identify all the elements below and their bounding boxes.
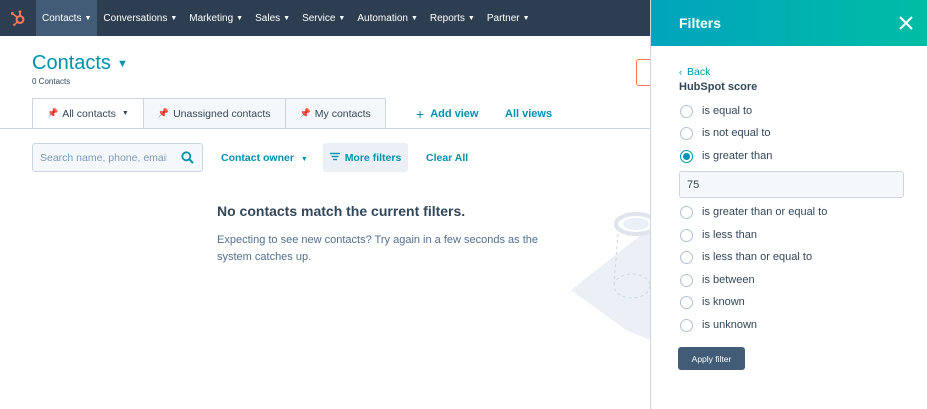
- tab-my-contacts[interactable]: 📌 My contacts: [284, 98, 386, 129]
- option-is-between[interactable]: is between: [680, 273, 755, 287]
- nav-label: Marketing: [189, 12, 234, 24]
- more-filters-button[interactable]: More filters: [323, 143, 408, 172]
- radio-button[interactable]: [680, 250, 693, 264]
- nav-item-contacts[interactable]: Contacts ▼: [36, 0, 98, 36]
- all-views-link[interactable]: All views: [505, 108, 552, 120]
- option-label: is unknown: [702, 319, 758, 331]
- nav-item-conversations[interactable]: Conversations ▼: [97, 0, 183, 36]
- add-view-label: Add view: [430, 108, 479, 120]
- radio-button-selected[interactable]: [680, 149, 693, 163]
- nav-label: Automation: [357, 12, 408, 24]
- radio-button[interactable]: [680, 273, 693, 287]
- caret-down-icon: ▼: [116, 57, 128, 70]
- option-label: is not equal to: [702, 127, 771, 139]
- view-tabs: 📌 All contacts ▼ 📌 Unassigned contacts 📌…: [32, 98, 386, 129]
- close-icon[interactable]: [899, 16, 913, 30]
- option-label: is between: [702, 274, 755, 286]
- divider: [0, 128, 650, 129]
- page-title[interactable]: Contacts ▼: [32, 52, 128, 75]
- radio-button[interactable]: [680, 318, 693, 332]
- option-label: is known: [702, 296, 745, 308]
- page-title-label: Contacts: [32, 52, 111, 74]
- tab-label: All contacts: [62, 107, 116, 120]
- radio-button[interactable]: [680, 104, 693, 118]
- tab-all-contacts[interactable]: 📌 All contacts ▼: [32, 98, 144, 129]
- more-filters-label: More filters: [344, 151, 402, 164]
- option-label: is less than or equal to: [702, 251, 813, 263]
- filter-value-input[interactable]: [679, 171, 904, 198]
- chevron-down-icon: ▼: [236, 14, 244, 22]
- option-label: is greater than or equal to: [702, 206, 828, 218]
- option-is-less-than[interactable]: is less than: [680, 228, 757, 242]
- option-is-greater-than[interactable]: is greater than: [680, 149, 772, 163]
- tab-label: My contacts: [314, 107, 371, 120]
- apply-filter-button[interactable]: Apply filter: [678, 347, 745, 370]
- property-name: HubSpot score: [679, 81, 758, 93]
- chevron-down-icon: ▼: [410, 14, 418, 22]
- option-is-less-than-or-equal-to[interactable]: is less than or equal to: [680, 250, 812, 264]
- chevron-down-icon: ▼: [522, 14, 530, 22]
- search-box: [32, 143, 203, 172]
- pin-icon: 📌: [299, 108, 311, 118]
- caret-down-icon: ▼: [121, 110, 129, 117]
- nav-label: Conversations: [103, 12, 168, 24]
- filters-panel: Filters ‹ Back HubSpot score is equal to …: [650, 0, 927, 409]
- filters-panel-header: Filters: [651, 0, 927, 46]
- chevron-down-icon: ▼: [338, 14, 346, 22]
- chevron-down-icon: ▼: [170, 14, 178, 22]
- option-label: is equal to: [702, 105, 753, 117]
- tab-label: Unassigned contacts: [173, 107, 271, 120]
- nav-label: Sales: [255, 12, 281, 24]
- nav-label: Service: [302, 12, 336, 24]
- back-link[interactable]: ‹ Back: [679, 66, 710, 78]
- nav-item-sales[interactable]: Sales ▼: [249, 0, 296, 36]
- contact-count: 0 Contacts: [32, 77, 71, 86]
- contact-owner-label: Contact owner: [221, 152, 294, 164]
- plus-icon: +: [416, 106, 425, 122]
- search-input[interactable]: [33, 151, 167, 164]
- caret-down-icon: ▼: [300, 156, 308, 163]
- pin-icon: 📌: [157, 108, 170, 118]
- chevron-down-icon: ▼: [283, 14, 291, 22]
- option-is-not-equal-to[interactable]: is not equal to: [680, 126, 771, 140]
- radio-button[interactable]: [680, 205, 693, 219]
- radio-button[interactable]: [680, 295, 693, 309]
- empty-state-title: No contacts match the current filters.: [217, 203, 466, 219]
- filter-icon: [329, 152, 340, 164]
- nav-item-service[interactable]: Service ▼: [296, 0, 351, 36]
- option-is-unknown[interactable]: is unknown: [680, 318, 757, 332]
- nav-item-automation[interactable]: Automation ▼: [351, 0, 424, 36]
- clear-all-link[interactable]: Clear All: [426, 152, 468, 164]
- tab-unassigned-contacts[interactable]: 📌 Unassigned contacts: [142, 98, 286, 129]
- option-is-greater-than-or-equal-to[interactable]: is greater than or equal to: [680, 205, 827, 219]
- pin-icon: 📌: [47, 108, 59, 118]
- option-label: is greater than: [702, 150, 773, 162]
- panel-title: Filters: [679, 15, 722, 31]
- radio-button[interactable]: [680, 228, 693, 242]
- option-is-equal-to[interactable]: is equal to: [680, 104, 752, 118]
- chevron-left-icon: ‹: [679, 67, 682, 77]
- nav-label: Partner: [486, 12, 520, 24]
- search-icon[interactable]: [181, 151, 194, 169]
- nav-item-reports[interactable]: Reports ▼: [424, 0, 481, 36]
- empty-state-text: Expecting to see new contacts? Try again…: [217, 234, 539, 263]
- chevron-down-icon: ▼: [467, 14, 475, 22]
- radio-button[interactable]: [680, 126, 693, 140]
- nav-item-marketing[interactable]: Marketing ▼: [183, 0, 249, 36]
- hubspot-logo-icon[interactable]: [0, 0, 36, 36]
- back-label: Back: [687, 66, 711, 78]
- contact-owner-dropdown[interactable]: Contact owner ▼: [221, 152, 308, 164]
- option-label: is less than: [702, 229, 758, 241]
- nav-label: Contacts: [42, 12, 82, 24]
- chevron-down-icon: ▼: [84, 14, 92, 22]
- nav-label: Reports: [429, 12, 465, 24]
- nav-item-partner[interactable]: Partner ▼: [481, 0, 536, 36]
- add-view-button[interactable]: + Add view: [416, 106, 478, 122]
- empty-state-illustration: [566, 200, 658, 345]
- option-is-known[interactable]: is known: [680, 295, 745, 309]
